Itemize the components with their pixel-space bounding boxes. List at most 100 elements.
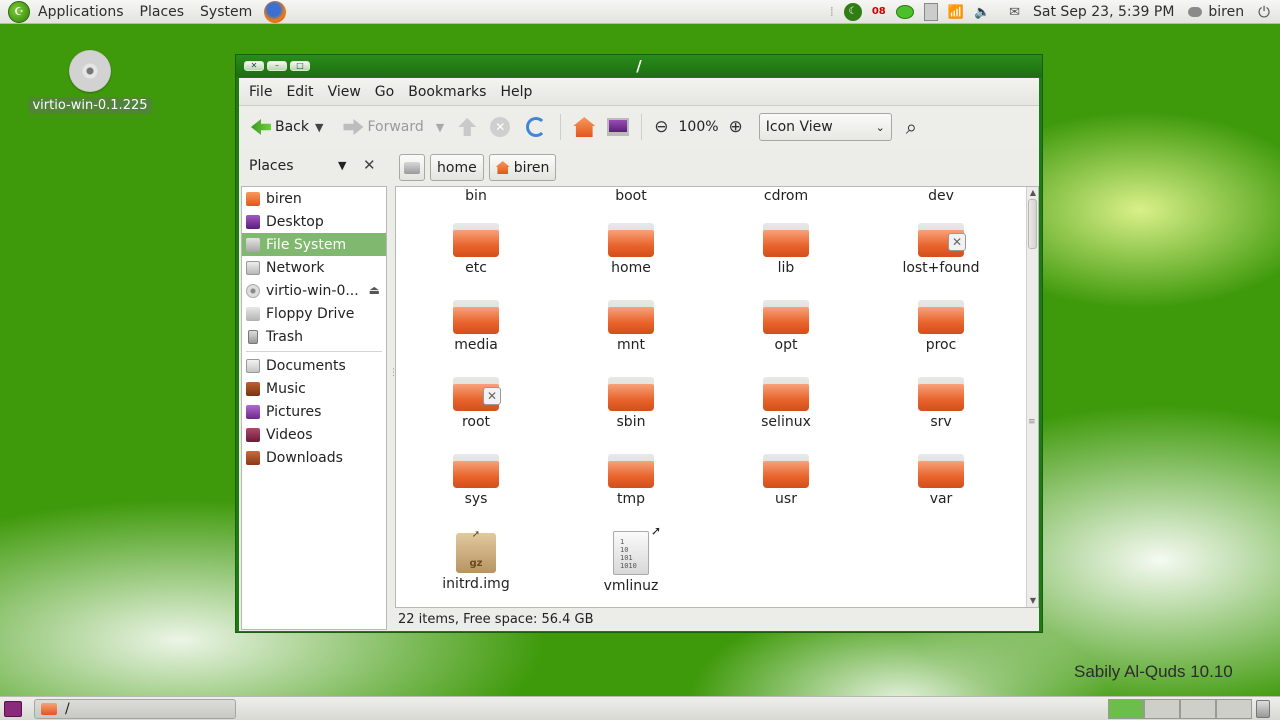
scroll-up-arrow-icon[interactable]: ▲ bbox=[1027, 187, 1038, 199]
breadcrumb-root[interactable] bbox=[399, 154, 425, 181]
file-item[interactable]: 1 10 101 1010 ➚ vmlinuz bbox=[556, 525, 706, 594]
prayer-times-icon[interactable]: ☾ bbox=[843, 3, 862, 21]
file-item[interactable]: tmp bbox=[556, 454, 706, 507]
menu-applications[interactable]: Applications bbox=[30, 0, 132, 24]
forward-history-dropdown[interactable]: ▼ bbox=[436, 121, 444, 134]
close-sidebar-icon[interactable]: ✕ bbox=[363, 156, 376, 174]
file-item[interactable]: selinux bbox=[711, 377, 861, 430]
firefox-launcher-icon[interactable] bbox=[264, 0, 287, 23]
file-item[interactable]: mnt bbox=[556, 300, 706, 353]
sidebar-mode-dropdown[interactable]: ▼ bbox=[338, 159, 346, 172]
workspace-3[interactable] bbox=[1180, 699, 1216, 719]
window-content: File Edit View Go Bookmarks Help Back ▼ … bbox=[239, 78, 1039, 631]
menu-view[interactable]: View bbox=[321, 84, 368, 100]
breadcrumb-home[interactable]: home bbox=[430, 154, 484, 181]
file-item[interactable]: opt bbox=[711, 300, 861, 353]
menu-file[interactable]: File bbox=[242, 84, 279, 100]
sidebar-item-network[interactable]: Network bbox=[242, 256, 386, 279]
file-item[interactable]: proc bbox=[866, 300, 1016, 353]
volume-icon[interactable]: 🔈 bbox=[974, 5, 990, 20]
menu-system[interactable]: System bbox=[192, 0, 260, 24]
forward-label: Forward bbox=[367, 119, 424, 135]
sidebar-item-virtio[interactable]: virtio-win-0... ⏏ bbox=[242, 279, 386, 302]
file-item[interactable]: sys bbox=[401, 454, 551, 507]
user-status-icon bbox=[1188, 7, 1203, 17]
stop-icon[interactable]: ✕ bbox=[490, 117, 511, 137]
file-item[interactable]: usr bbox=[711, 454, 861, 507]
file-item[interactable]: home bbox=[556, 223, 706, 276]
back-button[interactable]: Back bbox=[245, 119, 315, 135]
workspace-2[interactable] bbox=[1144, 699, 1180, 719]
up-arrow-icon[interactable] bbox=[458, 118, 477, 136]
back-history-dropdown[interactable]: ▼ bbox=[315, 121, 323, 134]
file-item[interactable]: ✕ root bbox=[401, 377, 551, 430]
sidebar-item-pictures[interactable]: Pictures bbox=[242, 400, 386, 423]
network-icon[interactable]: 📶 bbox=[948, 5, 964, 20]
window-titlebar[interactable]: ✕ – □ / bbox=[236, 55, 1042, 77]
file-item[interactable]: srv bbox=[866, 377, 1016, 430]
calendar-indicator-icon[interactable]: 08 bbox=[872, 7, 886, 17]
trash-icon[interactable] bbox=[1256, 700, 1270, 718]
file-item[interactable]: media bbox=[401, 300, 551, 353]
sidebar-item-label: biren bbox=[266, 190, 302, 207]
network-folder-icon bbox=[246, 260, 260, 275]
show-desktop-icon[interactable] bbox=[4, 701, 22, 717]
menu-go[interactable]: Go bbox=[368, 84, 401, 100]
power-icon[interactable]: ⏻ bbox=[1258, 3, 1270, 21]
file-item[interactable]: ✕ lost+found bbox=[866, 223, 1016, 276]
sidebar-item-downloads[interactable]: Downloads bbox=[242, 446, 386, 469]
taskbar-window-button[interactable]: / bbox=[34, 699, 236, 719]
eject-icon[interactable]: ⏏ bbox=[369, 283, 380, 297]
home-icon[interactable] bbox=[573, 117, 596, 137]
workspace-1[interactable] bbox=[1108, 699, 1144, 719]
file-item[interactable]: boot bbox=[556, 187, 706, 204]
menu-edit[interactable]: Edit bbox=[279, 84, 320, 100]
clipboard-icon[interactable] bbox=[923, 3, 938, 21]
sidebar-item-trash[interactable]: Trash bbox=[242, 325, 386, 348]
breadcrumb-label: home bbox=[437, 159, 477, 176]
vertical-scrollbar[interactable]: ▲ ≡ ▼ bbox=[1026, 187, 1038, 607]
mail-icon[interactable]: ✉ bbox=[1009, 5, 1020, 20]
menu-bookmarks[interactable]: Bookmarks bbox=[401, 84, 493, 100]
breadcrumb-biren[interactable]: biren bbox=[488, 154, 557, 181]
sidebar-mode-label[interactable]: Places bbox=[249, 158, 294, 174]
file-item[interactable]: var bbox=[866, 454, 1016, 507]
reload-icon[interactable] bbox=[526, 117, 547, 137]
sidebar-item-videos[interactable]: Videos bbox=[242, 423, 386, 446]
distro-logo-icon[interactable]: ☪ bbox=[8, 0, 30, 23]
file-item[interactable]: dev bbox=[866, 187, 1016, 204]
zoom-in-icon[interactable]: ⊕ bbox=[729, 117, 743, 137]
workspace-4[interactable] bbox=[1216, 699, 1252, 719]
clock[interactable]: Sat Sep 23, 5:39 PM bbox=[1033, 4, 1174, 20]
folder-icon bbox=[763, 300, 809, 334]
computer-icon[interactable] bbox=[607, 118, 630, 136]
file-item[interactable]: cdrom bbox=[711, 187, 861, 204]
sidebar-item-label: Videos bbox=[266, 426, 313, 443]
zoom-level[interactable]: 100% bbox=[679, 119, 719, 135]
sidebar-item-biren[interactable]: biren bbox=[242, 187, 386, 210]
view-mode-select[interactable]: Icon View ⌄ bbox=[758, 113, 892, 141]
sidebar-item-documents[interactable]: Documents bbox=[242, 354, 386, 377]
file-item[interactable]: sbin bbox=[556, 377, 706, 430]
file-item[interactable]: gz ➚ initrd.img bbox=[401, 529, 551, 592]
file-name: boot bbox=[615, 188, 647, 204]
chat-icon[interactable] bbox=[895, 5, 914, 19]
scroll-down-arrow-icon[interactable]: ▼ bbox=[1027, 595, 1038, 607]
file-name: root bbox=[461, 414, 491, 430]
sidebar-item-desktop[interactable]: Desktop bbox=[242, 210, 386, 233]
file-item[interactable]: bin bbox=[401, 187, 551, 204]
file-item[interactable]: etc bbox=[401, 223, 551, 276]
user-menu[interactable]: biren bbox=[1188, 4, 1244, 20]
sidebar-item-file-system[interactable]: File System bbox=[242, 233, 386, 256]
desktop-icon-virtio[interactable]: virtio-win-0.1.225 bbox=[28, 50, 152, 114]
menu-places[interactable]: Places bbox=[132, 0, 193, 24]
forward-button[interactable]: Forward bbox=[337, 119, 429, 135]
scrollbar-thumb[interactable] bbox=[1028, 199, 1037, 249]
menu-help[interactable]: Help bbox=[493, 84, 539, 100]
sidebar-item-music[interactable]: Music bbox=[242, 377, 386, 400]
resize-grip-icon: ≡ bbox=[1028, 417, 1036, 427]
sidebar-item-floppy[interactable]: Floppy Drive bbox=[242, 302, 386, 325]
zoom-out-icon[interactable]: ⊖ bbox=[654, 117, 668, 137]
file-item[interactable]: lib bbox=[711, 223, 861, 276]
search-icon[interactable]: ⌕ bbox=[906, 115, 917, 139]
